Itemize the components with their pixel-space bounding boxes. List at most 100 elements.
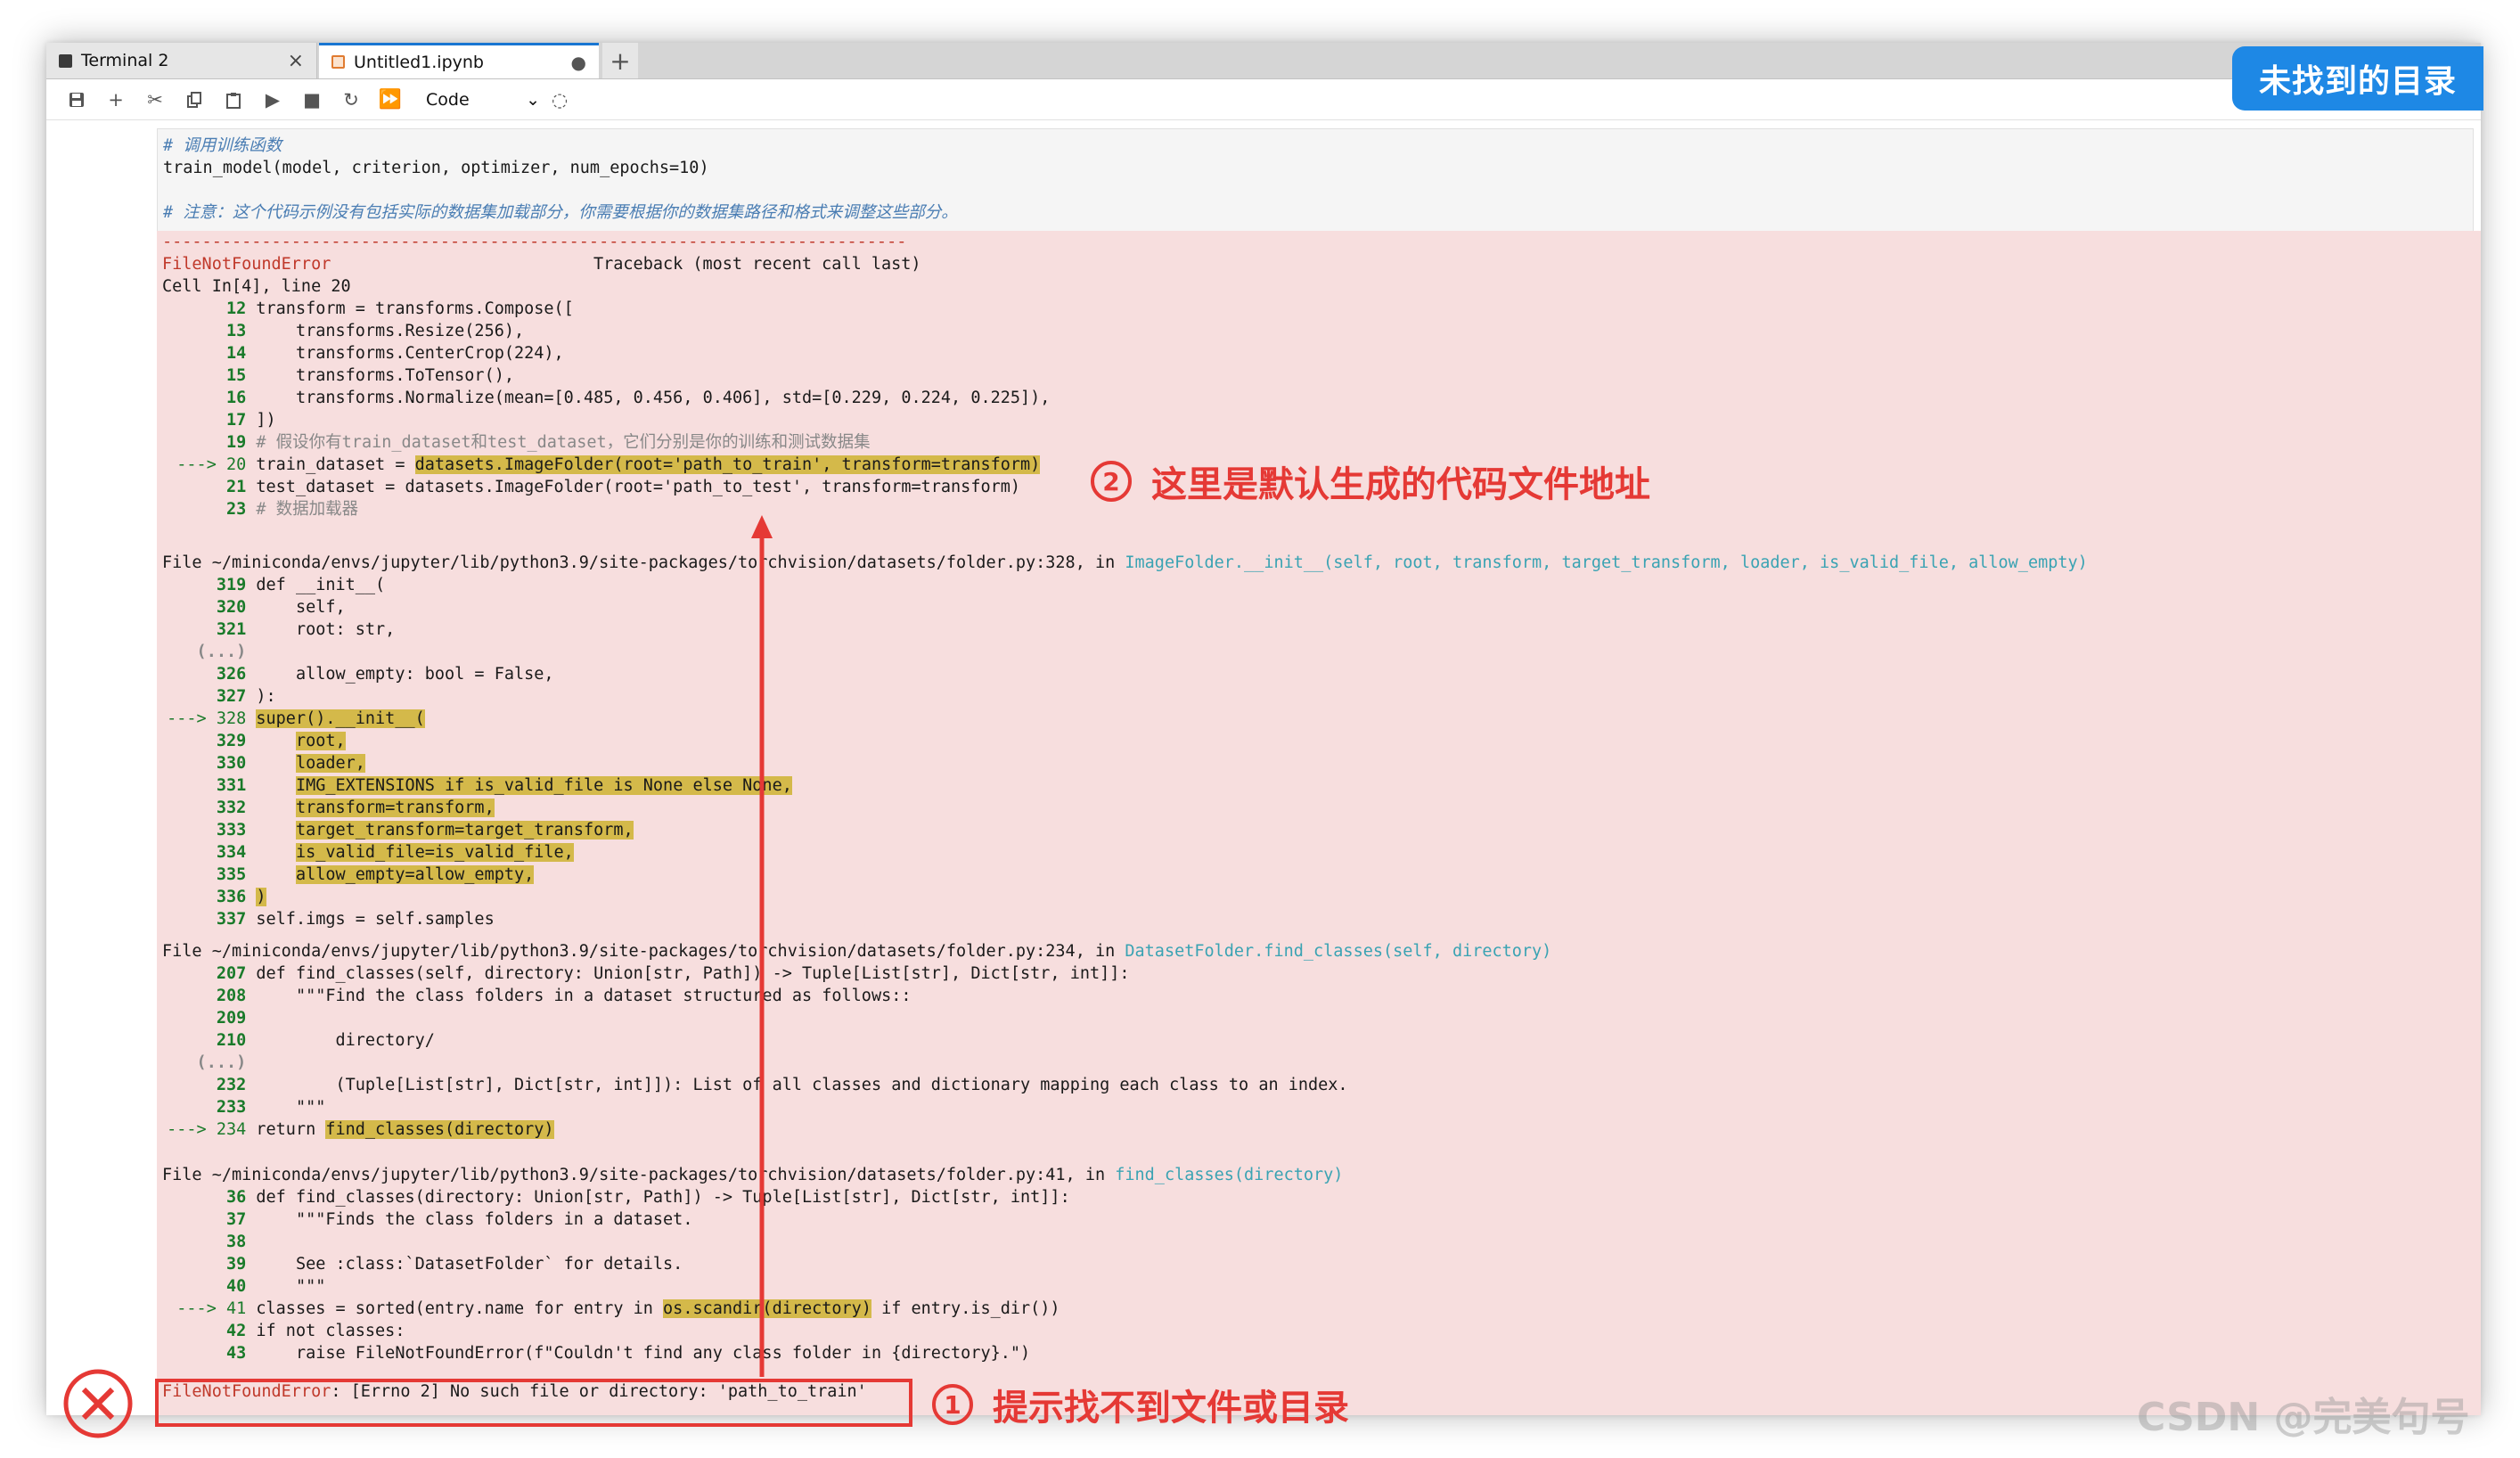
line-number: 232 bbox=[157, 1076, 247, 1094]
code-line: # 调用训练函数 bbox=[163, 136, 282, 155]
code-text: ]) bbox=[256, 411, 276, 430]
add-cell-icon[interactable]: + bbox=[96, 82, 135, 118]
cell-type-select[interactable]: Code ⌄ bbox=[426, 90, 540, 110]
line-number: 327 bbox=[157, 687, 247, 706]
line-number: 333 bbox=[157, 821, 247, 840]
traceback-header: FileNotFoundError Traceback (most recent … bbox=[162, 253, 921, 275]
line-number: 42 bbox=[157, 1322, 247, 1340]
line-number: 320 bbox=[157, 598, 247, 617]
highlighted-code: allow_empty=allow_empty, bbox=[295, 865, 535, 884]
code-line: train_model(model, criterion, optimizer,… bbox=[163, 159, 709, 177]
line-number: 319 bbox=[157, 576, 247, 594]
line-number: 40 bbox=[157, 1277, 247, 1296]
chevron-down-icon: ⌄ bbox=[526, 89, 540, 110]
line-number: ---> 20 bbox=[157, 455, 247, 474]
tab-label: Untitled1.ipynb bbox=[354, 52, 484, 72]
restart-icon[interactable]: ↻ bbox=[331, 82, 371, 118]
stop-icon[interactable]: ■ bbox=[292, 82, 331, 118]
line-number: ---> 328 bbox=[157, 709, 247, 728]
function-signature: ImageFolder.__init__(self, root, transfo… bbox=[1125, 553, 2088, 572]
line-number: 330 bbox=[157, 754, 247, 773]
line-number: 329 bbox=[157, 732, 247, 750]
file-path: File ~/miniconda/envs/jupyter/lib/python… bbox=[162, 942, 1125, 961]
traceback-line: (...) bbox=[157, 1052, 256, 1074]
traceback-line: 210 directory/ bbox=[157, 1029, 435, 1052]
traceback-line: ---> 20 train_dataset = datasets.ImageFo… bbox=[157, 454, 1041, 476]
paste-icon[interactable] bbox=[214, 82, 253, 118]
cut-icon[interactable]: ✂ bbox=[135, 82, 175, 118]
tab-notebook[interactable]: Untitled1.ipynb ● bbox=[319, 43, 599, 78]
annotation-2: 2 这里是默认生成的代码文件地址 bbox=[1091, 455, 1650, 508]
traceback-line: 207 def find_classes(self, directory: Un… bbox=[157, 962, 1130, 985]
traceback-line: 43 raise FileNotFoundError(f"Couldn't fi… bbox=[157, 1342, 1030, 1364]
traceback-line: 209 bbox=[157, 1007, 256, 1029]
traceback-line: 38 bbox=[157, 1231, 256, 1253]
code-text: def find_classes(directory: Union[str, P… bbox=[256, 1188, 1070, 1207]
code-text: test_dataset = datasets.ImageFolder(root… bbox=[256, 478, 1021, 496]
highlighted-code: datasets.ImageFolder(root='path_to_train… bbox=[414, 455, 1041, 474]
save-icon[interactable] bbox=[57, 82, 96, 118]
code-text: transforms.CenterCrop(224), bbox=[256, 344, 564, 363]
line-number: 43 bbox=[157, 1344, 247, 1363]
annotation-1: 1 提示找不到文件或目录 bbox=[932, 1378, 1349, 1431]
traceback-line: 21 test_dataset = datasets.ImageFolder(r… bbox=[157, 476, 1020, 498]
line-number: 39 bbox=[157, 1255, 247, 1274]
traceback-line: 331 IMG_EXTENSIONS if is_valid_file is N… bbox=[157, 774, 792, 797]
line-number: ---> 41 bbox=[157, 1299, 247, 1318]
code-text: def find_classes(self, directory: Union[… bbox=[256, 964, 1130, 983]
new-tab-button[interactable]: + bbox=[602, 43, 638, 78]
code-text: if entry.is_dir()) bbox=[871, 1299, 1060, 1318]
highlighted-code: super().__init__( bbox=[256, 709, 425, 728]
code-text: transforms.Resize(256), bbox=[256, 322, 525, 340]
code-text: """ bbox=[256, 1277, 326, 1296]
line-number: 19 bbox=[157, 433, 247, 452]
file-path: File ~/miniconda/envs/jupyter/lib/python… bbox=[162, 553, 1125, 572]
tab-terminal[interactable]: Terminal 2 × bbox=[46, 43, 317, 78]
traceback-line: ---> 41 classes = sorted(entry.name for … bbox=[157, 1298, 1060, 1320]
code-text: def __init__( bbox=[256, 576, 386, 594]
traceback-line: 332 transform=transform, bbox=[157, 797, 495, 819]
terminal-icon bbox=[59, 53, 72, 68]
line-number: 334 bbox=[157, 843, 247, 862]
highlighted-code: ) bbox=[256, 888, 266, 906]
error-output: ----------------------------------------… bbox=[157, 231, 2481, 1415]
code-text: return bbox=[256, 1120, 326, 1139]
code-text: root: str, bbox=[256, 620, 396, 639]
line-number: 13 bbox=[157, 322, 247, 340]
file-ref: File ~/miniconda/envs/jupyter/lib/python… bbox=[162, 940, 1551, 962]
annotation-label: 提示找不到文件或目录 bbox=[993, 1388, 1349, 1429]
highlighted-code: loader, bbox=[295, 754, 365, 773]
traceback-line: 337 self.imgs = self.samples bbox=[157, 908, 495, 930]
line-number: (...) bbox=[157, 643, 247, 661]
code-text: allow_empty: bool = False, bbox=[256, 665, 554, 684]
line-number: 233 bbox=[157, 1098, 247, 1117]
traceback-header-right: Traceback (most recent call last) bbox=[593, 255, 921, 274]
unsaved-dot-icon[interactable]: ● bbox=[571, 52, 586, 73]
traceback-line: 233 """ bbox=[157, 1096, 326, 1118]
traceback-line: 208 """Find the class folders in a datas… bbox=[157, 985, 912, 1007]
notebook-icon bbox=[331, 55, 345, 69]
line-number: 335 bbox=[157, 865, 247, 884]
code-text: """Find the class folders in a dataset s… bbox=[256, 987, 912, 1005]
file-ref: File ~/miniconda/envs/jupyter/lib/python… bbox=[162, 552, 2088, 574]
traceback-line: 329 root, bbox=[157, 730, 346, 752]
annotation-number: 2 bbox=[1091, 461, 1132, 502]
function-signature: find_classes(directory) bbox=[1115, 1166, 1344, 1184]
fast-forward-icon[interactable]: ⏩ bbox=[371, 82, 410, 118]
close-icon[interactable]: × bbox=[288, 50, 304, 72]
line-number: 21 bbox=[157, 478, 247, 496]
error-x-icon bbox=[63, 1369, 133, 1438]
traceback-line: 327 ): bbox=[157, 685, 276, 708]
code-text: ): bbox=[256, 687, 276, 706]
line-number: 207 bbox=[157, 964, 247, 983]
traceback-separator: ----------------------------------------… bbox=[162, 233, 907, 251]
code-text: directory/ bbox=[256, 1031, 435, 1050]
line-number: 15 bbox=[157, 366, 247, 385]
copy-icon[interactable] bbox=[175, 82, 214, 118]
file-ref: File ~/miniconda/envs/jupyter/lib/python… bbox=[162, 1164, 1343, 1186]
tab-bar: Terminal 2 × Untitled1.ipynb ● + bbox=[46, 43, 2481, 79]
line-number: 16 bbox=[157, 389, 247, 407]
kernel-icon[interactable]: ◌ bbox=[540, 82, 579, 118]
traceback-line: 12 transform = transforms.Compose([ bbox=[157, 298, 574, 320]
run-icon[interactable]: ▶ bbox=[253, 82, 292, 118]
